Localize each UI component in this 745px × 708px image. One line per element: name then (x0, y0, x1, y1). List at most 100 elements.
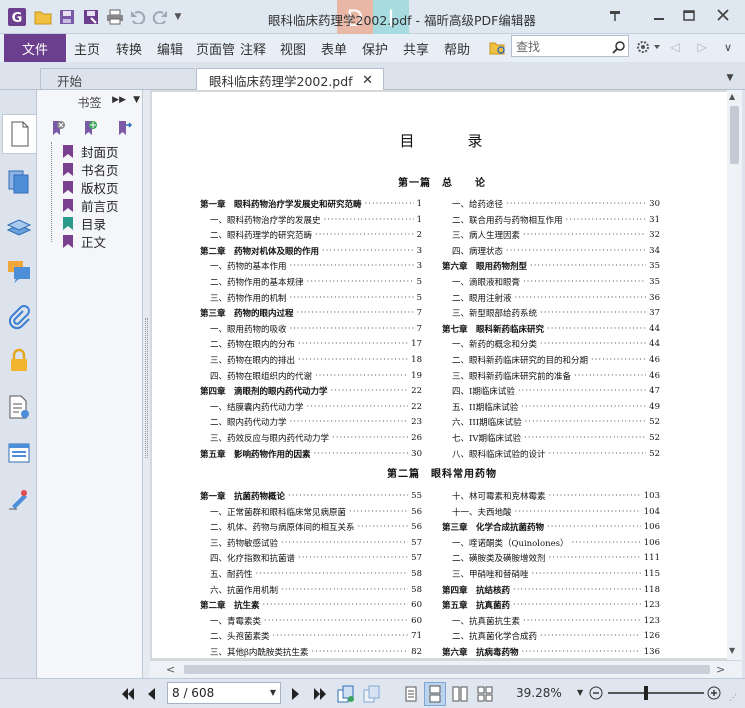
nav-back-icon[interactable]: ◁ (668, 39, 682, 55)
toc-leader-dots: ········································… (311, 647, 408, 657)
tab-document[interactable]: 眼科临床药理学2002.pdf ✕ (196, 68, 384, 91)
toc-entry-title: 二、眼内药代动力学 (210, 418, 287, 429)
collapse-ribbon-icon[interactable]: ∨ (720, 39, 736, 55)
toc-entry-title: 四、I期临床试验 (452, 387, 515, 398)
insert-pages-icon[interactable] (362, 684, 382, 704)
bookmarks-tab-selected[interactable] (2, 114, 36, 154)
bookmark-item-toc[interactable]: 目录 (63, 214, 106, 232)
close-window-icon[interactable] (712, 5, 734, 25)
scroll-left-icon[interactable]: < (166, 663, 175, 676)
toc-entry: 五、II期临床试验 ·······························… (442, 401, 660, 413)
menu-share[interactable]: 共享 (403, 39, 429, 58)
layers-icon[interactable] (6, 214, 34, 242)
panel-options-icon[interactable]: ▼ (133, 95, 140, 105)
expand-bookmark-icon[interactable] (115, 119, 133, 137)
scroll-up-icon[interactable]: ▲ (729, 92, 735, 101)
toc-leader-dots: ········································… (540, 631, 641, 642)
bookmark-item-copyright[interactable]: 版权页 (63, 178, 119, 196)
scroll-down-icon[interactable]: ▼ (729, 646, 735, 655)
open-icon[interactable] (31, 6, 55, 28)
toc-entry-title: 五、耐药性 (210, 570, 253, 580)
first-page-icon[interactable] (120, 686, 136, 702)
scroll-right-icon[interactable]: > (716, 663, 725, 676)
save-as-icon[interactable] (79, 6, 103, 28)
toc-leader-dots: ········································… (548, 553, 641, 564)
comments-icon[interactable] (6, 258, 34, 286)
toc-entry: 四、I期临床试验 ································… (442, 385, 660, 397)
continuous-view-icon[interactable] (424, 682, 446, 706)
horizontal-scrollbar[interactable]: < > (150, 660, 742, 678)
toc-leader-dots: ········································… (306, 277, 414, 287)
file-menu-button[interactable]: 文件 (4, 34, 66, 62)
settings-gear-icon[interactable] (634, 38, 662, 56)
print-icon[interactable] (103, 6, 127, 28)
tab-list-dropdown-icon[interactable]: ▼ (722, 70, 738, 86)
bookmark-item-preface[interactable]: 前言页 (63, 196, 119, 214)
toc-entry-title: 第四章 抗结核药 (442, 585, 511, 596)
bookmark-flag-icon-active (63, 216, 73, 230)
horizontal-scroll-thumb[interactable] (184, 665, 710, 674)
toc-entry-title: 二、联合用药与药物相互作用 (452, 215, 563, 226)
vertical-scroll-thumb[interactable] (730, 106, 739, 164)
bookmark-item-title-page[interactable]: 书名页 (63, 160, 119, 178)
add-bookmark-icon[interactable] (81, 119, 99, 137)
find-folder-icon[interactable] (488, 38, 508, 58)
search-icon[interactable] (610, 38, 628, 56)
redo-icon[interactable] (149, 6, 171, 28)
delete-bookmark-icon[interactable] (49, 119, 67, 137)
menu-help[interactable]: 帮助 (444, 39, 470, 58)
menu-convert[interactable]: 转换 (116, 39, 142, 58)
single-page-view-icon[interactable] (402, 684, 420, 704)
zoom-out-icon[interactable] (588, 685, 604, 701)
facing-view-icon[interactable] (450, 684, 470, 704)
toc-entry: 一、新药的概念和分类······························… (442, 338, 660, 350)
next-page-icon[interactable] (289, 686, 303, 702)
zoom-level-text[interactable]: 39.28% (516, 686, 562, 700)
tab-start[interactable]: 开始 (40, 68, 195, 91)
toc-leader-dots: ········································… (272, 631, 409, 642)
panel-expand-icon[interactable]: ▶▶ (112, 95, 126, 105)
restore-icon[interactable] (678, 5, 700, 25)
signature-pen-icon[interactable] (6, 486, 34, 514)
document-viewport[interactable]: 目 录 第一篇 总 论 第一章 眼科药物治疗学发展史和研究范畴 ·········… (150, 90, 742, 660)
pin-icon[interactable] (604, 5, 626, 25)
zoom-slider-thumb[interactable] (643, 686, 648, 700)
resize-grip-icon[interactable]: ⋰ (729, 693, 741, 705)
security-lock-icon[interactable] (6, 348, 34, 376)
last-page-icon[interactable] (312, 686, 328, 702)
toc-entry-page: 58 (411, 569, 422, 579)
minimize-icon[interactable] (648, 5, 670, 25)
extract-pages-icon[interactable] (336, 684, 356, 704)
app-logo-icon[interactable]: G (6, 6, 28, 28)
previous-page-icon[interactable] (144, 686, 158, 702)
pages-thumbnails-icon[interactable] (6, 168, 34, 196)
menu-view[interactable]: 视图 (280, 39, 306, 58)
menu-form[interactable]: 表单 (321, 39, 347, 58)
toc-leader-dots: ········································… (289, 417, 409, 428)
zoom-dropdown-icon[interactable]: ▼ (577, 688, 583, 697)
vertical-scrollbar[interactable]: ▲ ▼ (727, 90, 742, 660)
page-dropdown-icon[interactable]: ▼ (270, 688, 276, 697)
close-tab-icon[interactable]: ✕ (362, 73, 373, 88)
panel-splitter[interactable] (143, 90, 150, 678)
nav-forward-icon[interactable]: ▷ (695, 39, 709, 55)
toc-leader-dots: ········································… (514, 292, 647, 303)
destinations-list-icon[interactable] (6, 440, 34, 468)
menu-home[interactable]: 主页 (74, 39, 100, 58)
menu-protect[interactable]: 保护 (362, 39, 388, 58)
save-icon[interactable] (55, 6, 79, 28)
menu-comment[interactable]: 注释 (240, 39, 266, 58)
menu-edit[interactable]: 编辑 (157, 39, 183, 58)
bookmark-item-body[interactable]: 正文 (63, 232, 106, 250)
content-document-icon[interactable] (6, 394, 34, 422)
zoom-slider-track[interactable] (608, 686, 704, 700)
menu-page-management[interactable]: 页面管 (196, 39, 238, 58)
zoom-in-icon[interactable] (706, 685, 722, 701)
customize-icon[interactable]: ▼ (171, 6, 185, 28)
undo-icon[interactable] (127, 6, 149, 28)
toc-entry: 二、药物作用的基本规律 ·····························… (200, 276, 422, 288)
page-number-field[interactable]: 8 / 608 ▼ (167, 682, 281, 704)
bookmark-item-cover[interactable]: 封面页 (63, 142, 119, 160)
attachments-paperclip-icon[interactable] (6, 304, 34, 332)
continuous-facing-view-icon[interactable] (475, 684, 495, 704)
